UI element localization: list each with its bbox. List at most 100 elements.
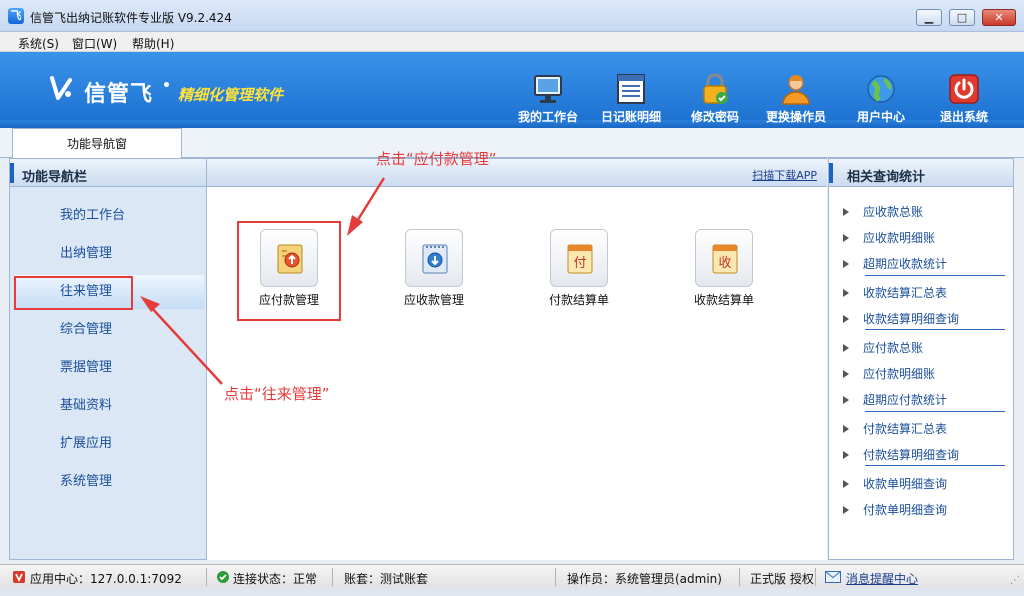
brand-slogan: 精细化管理软件: [178, 86, 284, 104]
triangle-right-icon: [843, 396, 849, 404]
status-divider: [332, 568, 333, 586]
header-accent-bar: [10, 163, 14, 183]
receipt-slip-glyph: 收: [718, 256, 731, 271]
highlight-box-receivables-payables: [14, 276, 133, 310]
nav-item-workbench[interactable]: 我的工作台: [14, 199, 204, 233]
brand-separator-dot: [164, 82, 169, 87]
triangle-right-icon: [843, 506, 849, 514]
tab-function-navigation[interactable]: 功能导航窗: [12, 128, 182, 159]
globe-icon: [867, 75, 895, 103]
monitor-icon: [534, 75, 562, 103]
group-divider: [865, 329, 1005, 330]
lock-icon: [703, 73, 728, 104]
menu-window[interactable]: 窗口(W): [72, 35, 117, 52]
toolbar-exit-button[interactable]: 退出系统: [924, 72, 1004, 125]
annotation-click-payables: 点击“应付款管理”: [376, 150, 497, 168]
query-link[interactable]: 付款结算明细查询: [843, 446, 959, 463]
left-panel-title: 功能导航栏: [22, 170, 88, 185]
brand-name: 信管飞: [84, 82, 154, 107]
group-divider: [865, 275, 1005, 276]
query-link[interactable]: 超期应付款统计: [843, 391, 947, 408]
toolbar-switch-operator-label: 更换操作员: [765, 110, 826, 124]
status-operator: 操作员：系统管理员(admin): [567, 572, 722, 586]
triangle-right-icon: [843, 344, 849, 352]
query-link[interactable]: 应收款总账: [843, 203, 923, 220]
user-icon: [782, 75, 810, 105]
triangle-right-icon: [843, 208, 849, 216]
status-connection: 连接状态：正常: [233, 572, 318, 586]
nav-item-system[interactable]: 系统管理: [14, 465, 204, 499]
function-receivables-management[interactable]: 应收款管理: [379, 229, 489, 308]
function-payment-slip-label: 付款结算单: [548, 293, 609, 307]
close-button[interactable]: ✕: [982, 9, 1016, 26]
header-accent-bar: [829, 163, 833, 183]
status-divider: [206, 568, 207, 586]
triangle-right-icon: [843, 260, 849, 268]
function-receivables-label: 应收款管理: [403, 293, 464, 307]
query-link[interactable]: 付款结算汇总表: [843, 420, 947, 437]
group-divider: [865, 465, 1005, 466]
toolbar-exit-label: 退出系统: [939, 110, 988, 124]
left-navigation-panel: 功能导航栏 我的工作台 出纳管理 往来管理 综合管理 票据管理 基础资料 扩展应…: [9, 158, 207, 560]
power-icon: [949, 74, 979, 104]
query-link[interactable]: 应付款总账: [843, 339, 923, 356]
triangle-right-icon: [843, 289, 849, 297]
status-divider: [739, 568, 740, 586]
right-panel-header: 相关查询统计: [829, 159, 1013, 187]
function-payment-slip-tile[interactable]: 付: [550, 229, 608, 287]
function-receipt-slip[interactable]: 收 收款结算单: [669, 229, 779, 308]
triangle-right-icon: [843, 370, 849, 378]
triangle-right-icon: [843, 234, 849, 242]
payment-slip-icon: 付: [567, 244, 593, 274]
content-header: 扫描下载APP: [207, 159, 827, 187]
message-center-link[interactable]: 消息提醒中心: [846, 570, 918, 587]
menu-bar: 系统(S) 窗口(W) 帮助(H): [0, 32, 1024, 52]
receivable-icon: [422, 244, 448, 274]
query-link[interactable]: 收款结算明细查询: [843, 310, 959, 327]
toolbar-password-label: 修改密码: [690, 110, 739, 124]
main-content: 扫描下载APP 应付款管理 应收款管理 付 付款结算单 收 收款结算单: [207, 158, 827, 560]
query-link[interactable]: 应收款明细账: [843, 229, 935, 246]
triangle-right-icon: [843, 425, 849, 433]
brand-logo-icon: [50, 76, 72, 100]
triangle-right-icon: [843, 451, 849, 459]
receipt-slip-icon: 收: [712, 244, 738, 274]
function-receivables-tile[interactable]: [405, 229, 463, 287]
nav-item-basic-data[interactable]: 基础资料: [14, 389, 204, 423]
maximize-button[interactable]: □: [949, 9, 975, 26]
envelope-icon: [825, 571, 841, 583]
toolbar-workbench-button[interactable]: 我的工作台: [508, 72, 588, 125]
triangle-right-icon: [843, 315, 849, 323]
query-link[interactable]: 收款单明细查询: [843, 475, 947, 492]
nav-item-bills[interactable]: 票据管理: [14, 351, 204, 385]
query-link[interactable]: 应付款明细账: [843, 365, 935, 382]
nav-item-general[interactable]: 综合管理: [14, 313, 204, 347]
status-divider: [815, 568, 816, 586]
app-logo-icon: 飞: [8, 8, 24, 24]
toolbar-switch-operator-button[interactable]: 更换操作员: [756, 72, 836, 125]
minimize-button[interactable]: ▁: [916, 9, 942, 26]
scan-download-app-link[interactable]: 扫描下载APP: [752, 167, 817, 183]
toolbar-user-center-button[interactable]: 用户中心: [841, 72, 921, 125]
query-link[interactable]: 收款结算汇总表: [843, 284, 947, 301]
toolbar-password-button[interactable]: 修改密码: [675, 72, 755, 125]
tab-strip: 功能导航窗: [0, 128, 1024, 159]
menu-system[interactable]: 系统(S): [18, 35, 59, 52]
nav-item-cashier[interactable]: 出纳管理: [14, 237, 204, 271]
right-panel-title: 相关查询统计: [847, 170, 926, 185]
menu-help[interactable]: 帮助(H): [132, 35, 174, 52]
group-divider: [865, 411, 1005, 412]
function-receipt-slip-tile[interactable]: 收: [695, 229, 753, 287]
function-payment-slip[interactable]: 付 付款结算单: [524, 229, 634, 308]
function-receipt-slip-label: 收款结算单: [693, 293, 754, 307]
resize-grip-icon[interactable]: ⋰: [1010, 575, 1020, 586]
query-link[interactable]: 付款单明细查询: [843, 501, 947, 518]
check-icon: [217, 571, 229, 583]
status-account: 账套：测试账套: [344, 572, 429, 586]
nav-item-extensions[interactable]: 扩展应用: [14, 427, 204, 461]
toolbar-journal-button[interactable]: 日记账明细: [591, 72, 671, 125]
ledger-icon: [617, 74, 645, 104]
status-bar: 应用中心：127.0.0.1:7092 连接状态：正常 账套：测试账套 操作员：…: [0, 564, 1024, 588]
status-app-center: 应用中心：127.0.0.1:7092: [30, 572, 182, 586]
query-link[interactable]: 超期应收款统计: [843, 255, 947, 272]
